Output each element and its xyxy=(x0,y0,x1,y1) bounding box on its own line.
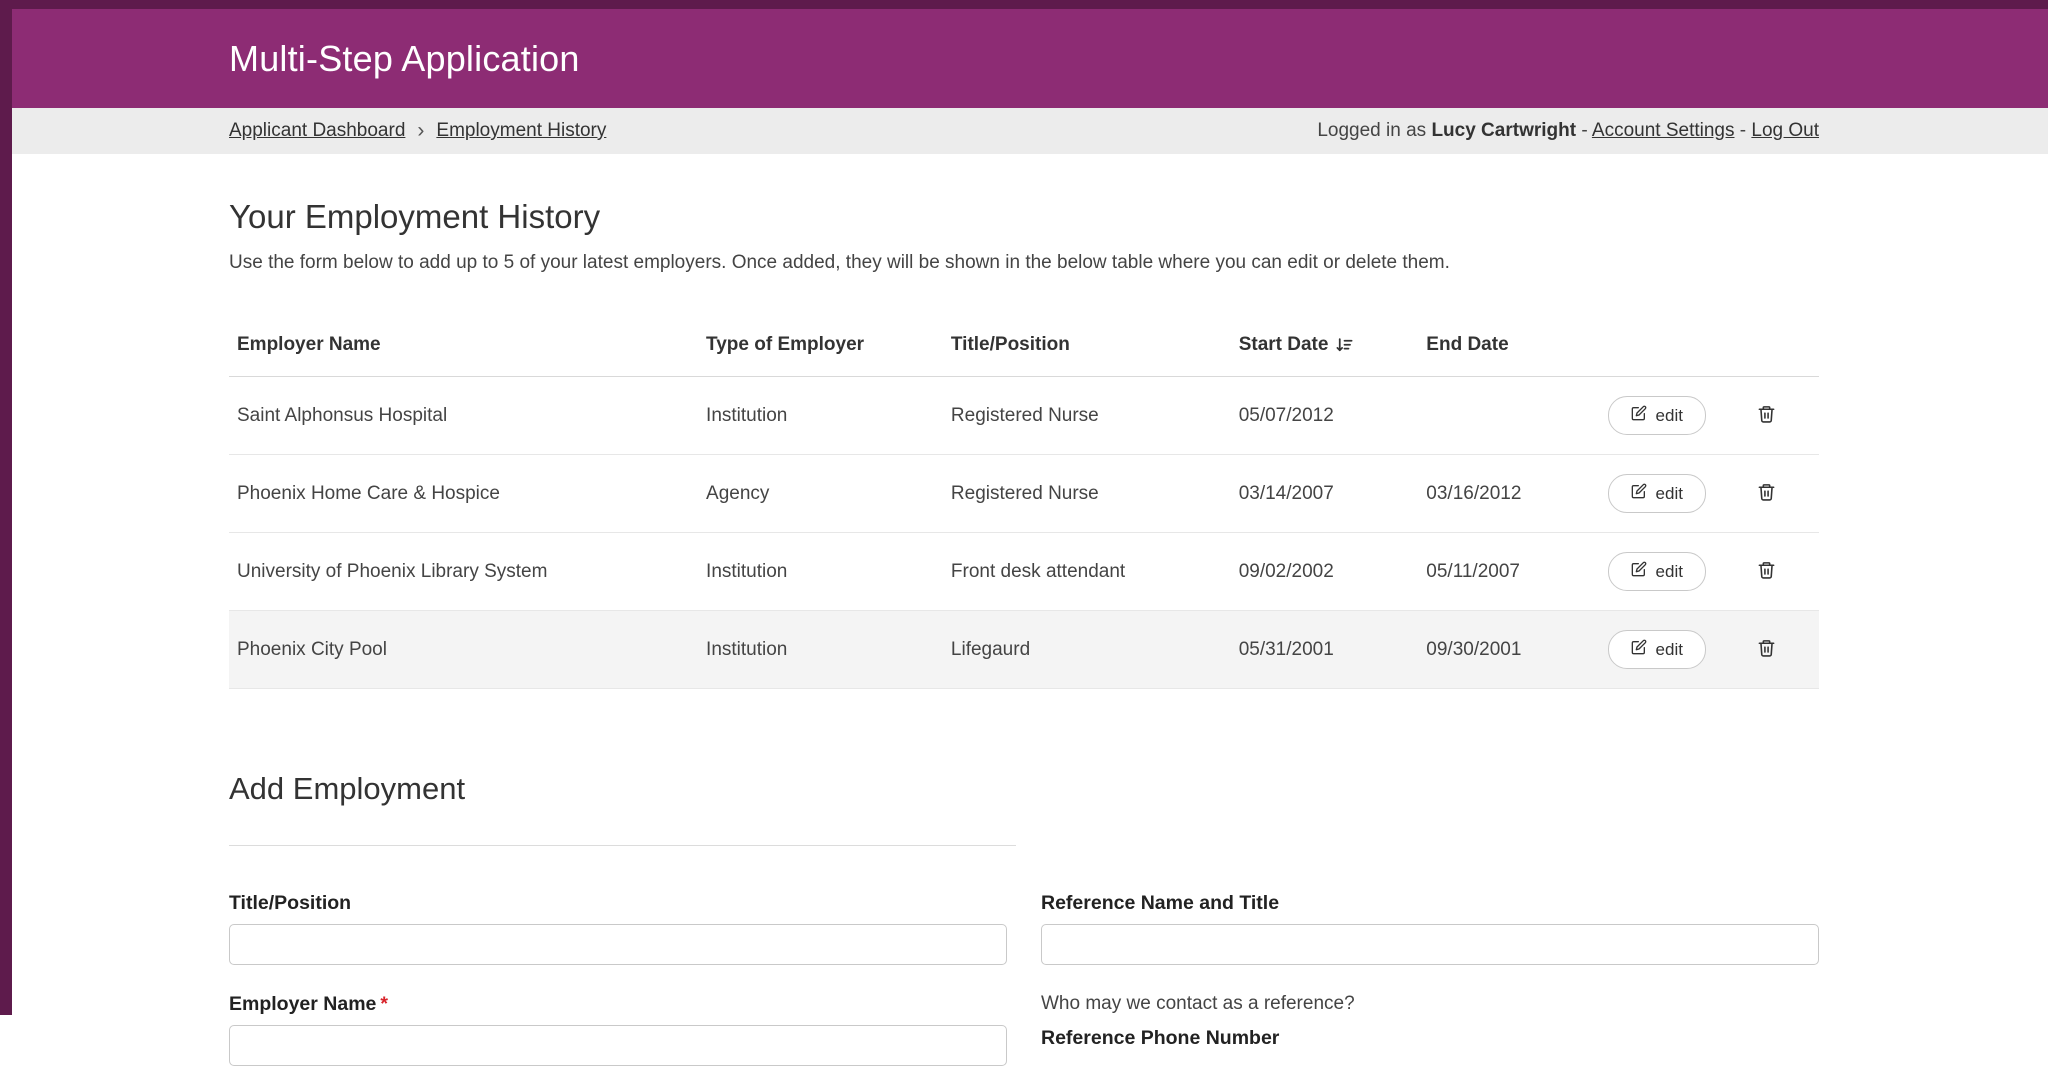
edit-button-label: edit xyxy=(1656,484,1683,504)
title-position-input[interactable] xyxy=(229,924,1007,965)
page-frame-top xyxy=(0,0,2048,9)
account-separator-1: - xyxy=(1576,120,1592,141)
cell-title-position: Lifegaurd xyxy=(943,611,1231,689)
edit-button[interactable]: edit xyxy=(1608,630,1706,669)
pencil-edit-icon xyxy=(1631,639,1647,660)
cell-employer-name: University of Phoenix Library System xyxy=(229,533,698,611)
reference-phone-label: Reference Phone Number xyxy=(1041,1027,1819,1050)
form-left-column: Title/Position Employer Name* xyxy=(229,892,1007,1066)
column-header-employer-name: Employer Name xyxy=(229,316,698,377)
column-header-end-date: End Date xyxy=(1418,316,1599,377)
reference-name-label: Reference Name and Title xyxy=(1041,892,1819,915)
add-employment-heading: Add Employment xyxy=(229,771,1819,807)
cell-employer-type: Institution xyxy=(698,611,943,689)
cell-employer-type: Institution xyxy=(698,377,943,455)
column-header-edit xyxy=(1600,316,1743,377)
title-position-label: Title/Position xyxy=(229,892,1007,915)
cell-employer-name: Phoenix City Pool xyxy=(229,611,698,689)
trash-icon xyxy=(1757,638,1776,661)
cell-title-position: Front desk attendant xyxy=(943,533,1231,611)
account-separator-2: - xyxy=(1735,120,1752,141)
delete-button[interactable] xyxy=(1751,398,1782,433)
account-bar: Logged in as Lucy Cartwright - Account S… xyxy=(1317,120,1819,142)
table-row: Phoenix Home Care & Hospice Agency Regis… xyxy=(229,455,1819,533)
breadcrumb-separator-icon: › xyxy=(417,119,424,143)
edit-button-label: edit xyxy=(1656,640,1683,660)
pencil-edit-icon xyxy=(1631,483,1647,504)
logged-in-prefix: Logged in as xyxy=(1317,120,1431,141)
employer-name-input[interactable] xyxy=(229,1025,1007,1066)
app-header: Multi-Step Application xyxy=(0,9,2048,108)
column-header-type-of-employer: Type of Employer xyxy=(698,316,943,377)
table-row: Saint Alphonsus Hospital Institution Reg… xyxy=(229,377,1819,455)
breadcrumb-link-applicant-dashboard[interactable]: Applicant Dashboard xyxy=(229,120,405,142)
delete-button[interactable] xyxy=(1751,476,1782,511)
intro-text: Use the form below to add up to 5 of you… xyxy=(229,252,1819,274)
column-header-start-date[interactable]: Start Date xyxy=(1231,316,1419,377)
form-right-column: Reference Name and Title Who may we cont… xyxy=(1041,892,1819,1066)
app-title: Multi-Step Application xyxy=(229,38,1819,80)
edit-button[interactable]: edit xyxy=(1608,396,1706,435)
sort-descending-icon[interactable] xyxy=(1335,336,1354,355)
trash-icon xyxy=(1757,560,1776,583)
cell-end-date: 09/30/2001 xyxy=(1418,611,1599,689)
employment-table: Employer Name Type of Employer Title/Pos… xyxy=(229,316,1819,689)
breadcrumb-bar: Applicant Dashboard › Employment History… xyxy=(0,108,2048,154)
log-out-link[interactable]: Log Out xyxy=(1751,120,1819,141)
cell-start-date: 03/14/2007 xyxy=(1231,455,1419,533)
edit-button[interactable]: edit xyxy=(1608,474,1706,513)
breadcrumb: Applicant Dashboard › Employment History xyxy=(229,119,606,143)
required-asterisk: * xyxy=(380,993,388,1015)
cell-end-date: 05/11/2007 xyxy=(1418,533,1599,611)
cell-start-date: 09/02/2002 xyxy=(1231,533,1419,611)
employer-name-label-text: Employer Name xyxy=(229,993,376,1015)
reference-name-input[interactable] xyxy=(1041,924,1819,965)
page-title: Your Employment History xyxy=(229,198,1819,236)
cell-title-position: Registered Nurse xyxy=(943,377,1231,455)
logged-in-username: Lucy Cartwright xyxy=(1431,120,1576,141)
cell-title-position: Registered Nurse xyxy=(943,455,1231,533)
cell-end-date: 03/16/2012 xyxy=(1418,455,1599,533)
delete-button[interactable] xyxy=(1751,554,1782,589)
form-divider xyxy=(229,845,1016,846)
table-row: Phoenix City Pool Institution Lifegaurd … xyxy=(229,611,1819,689)
delete-button[interactable] xyxy=(1751,632,1782,667)
cell-employer-type: Agency xyxy=(698,455,943,533)
employer-name-label: Employer Name* xyxy=(229,993,1007,1016)
cell-employer-name: Saint Alphonsus Hospital xyxy=(229,377,698,455)
column-header-delete xyxy=(1743,316,1819,377)
column-header-title-position: Title/Position xyxy=(943,316,1231,377)
main-content: Your Employment History Use the form bel… xyxy=(229,198,1819,1066)
pencil-edit-icon xyxy=(1631,405,1647,426)
cell-end-date xyxy=(1418,377,1599,455)
breadcrumb-link-employment-history[interactable]: Employment History xyxy=(436,120,606,142)
table-row: University of Phoenix Library System Ins… xyxy=(229,533,1819,611)
account-settings-link[interactable]: Account Settings xyxy=(1592,120,1735,141)
trash-icon xyxy=(1757,404,1776,427)
table-header-row: Employer Name Type of Employer Title/Pos… xyxy=(229,316,1819,377)
reference-help-text: Who may we contact as a reference? xyxy=(1041,993,1819,1015)
edit-button[interactable]: edit xyxy=(1608,552,1706,591)
edit-button-label: edit xyxy=(1656,562,1683,582)
trash-icon xyxy=(1757,482,1776,505)
add-employment-form: Title/Position Employer Name* Reference … xyxy=(229,892,1819,1066)
edit-button-label: edit xyxy=(1656,406,1683,426)
cell-employer-type: Institution xyxy=(698,533,943,611)
cell-start-date: 05/31/2001 xyxy=(1231,611,1419,689)
pencil-edit-icon xyxy=(1631,561,1647,582)
cell-employer-name: Phoenix Home Care & Hospice xyxy=(229,455,698,533)
cell-start-date: 05/07/2012 xyxy=(1231,377,1419,455)
page-frame-left xyxy=(0,0,12,1015)
start-date-header-label: Start Date xyxy=(1239,334,1329,356)
